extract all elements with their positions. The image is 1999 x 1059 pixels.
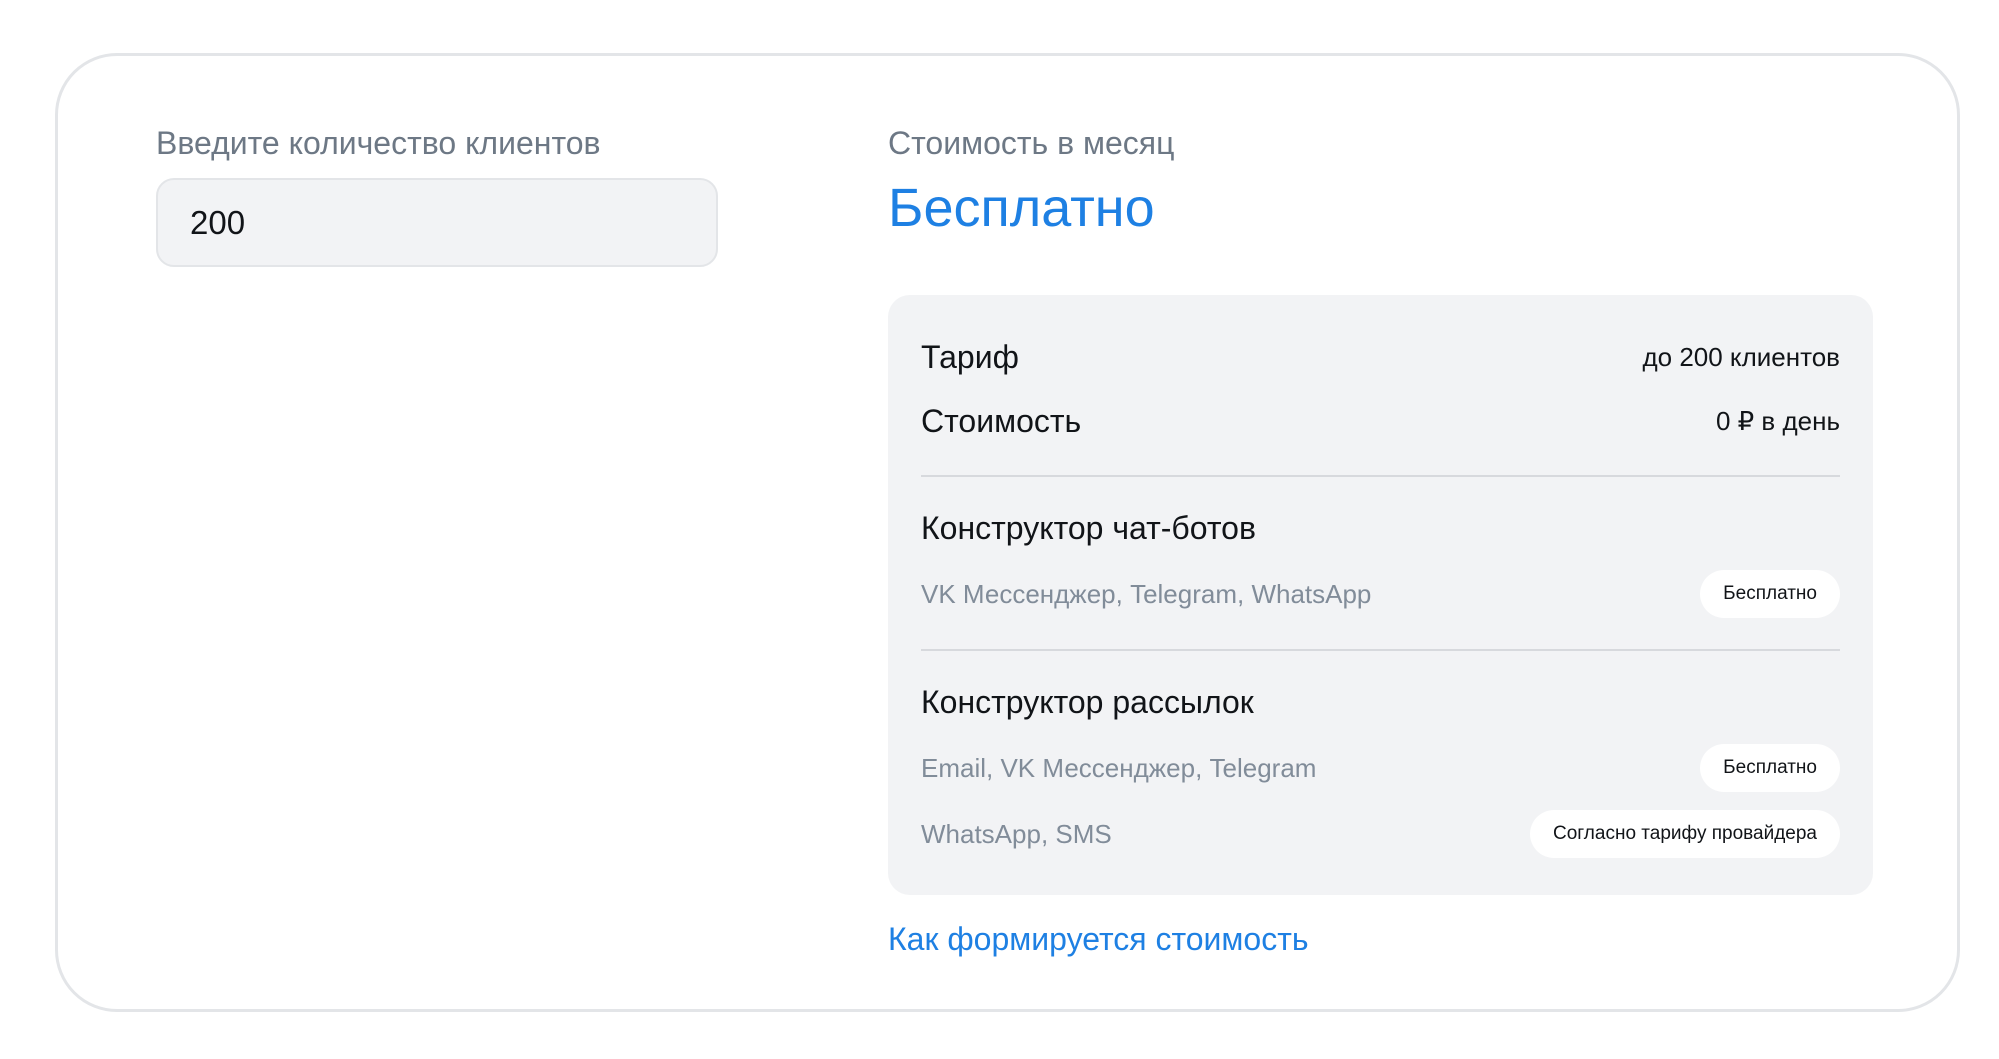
mailing-paid-channels: WhatsApp, SMS — [921, 818, 1112, 849]
clients-count-input[interactable] — [156, 178, 718, 267]
cost-label: Стоимость — [921, 402, 1082, 439]
tariff-value: до 200 клиентов — [1642, 341, 1840, 372]
mailing-builder-section: Конструктор рассылок Email, VK Мессендже… — [921, 681, 1840, 867]
monthly-price-label: Стоимость в месяц — [888, 125, 1175, 161]
divider — [921, 649, 1840, 651]
cost-value: 0 ₽ в день — [1715, 405, 1840, 436]
mailing-paid-channels-row: WhatsApp, SMS Согласно тарифу провайдера — [921, 801, 1840, 867]
divider — [921, 475, 1840, 477]
mailing-free-channels: Email, VK Мессенджер, Telegram — [921, 752, 1317, 783]
price-section: Стоимость в месяц Бесплатно Тариф до 200… — [888, 123, 1873, 959]
mailing-builder-title: Конструктор рассылок — [921, 684, 1254, 720]
tariff-row: Тариф до 200 клиентов — [921, 325, 1840, 389]
tariff-details-panel: Тариф до 200 клиентов Стоимость 0 ₽ в де… — [888, 295, 1873, 895]
chatbot-channels: VK Мессенджер, Telegram, WhatsApp — [921, 578, 1372, 609]
clients-section: Введите количество клиентов — [156, 123, 718, 267]
tariff-label: Тариф — [921, 338, 1019, 375]
chatbot-channels-row: VK Мессенджер, Telegram, WhatsApp Беспла… — [921, 561, 1840, 627]
monthly-price-value: Бесплатно — [888, 178, 1155, 238]
mailing-paid-price-badge: Согласно тарифу провайдера — [1530, 810, 1840, 858]
how-price-is-formed-link[interactable]: Как формируется стоимость — [888, 919, 1309, 959]
chatbot-price-badge: Бесплатно — [1700, 570, 1840, 618]
clients-count-label: Введите количество клиентов — [156, 125, 601, 161]
chatbot-builder-section: Конструктор чат-ботов VK Мессенджер, Tel… — [921, 507, 1840, 627]
mailing-free-price-badge: Бесплатно — [1700, 744, 1840, 792]
pricing-calculator-card: Введите количество клиентов Стоимость в … — [55, 53, 1960, 1012]
mailing-free-channels-row: Email, VK Мессенджер, Telegram Бесплатно — [921, 735, 1840, 801]
chatbot-builder-title: Конструктор чат-ботов — [921, 510, 1256, 546]
cost-row: Стоимость 0 ₽ в день — [921, 389, 1840, 453]
